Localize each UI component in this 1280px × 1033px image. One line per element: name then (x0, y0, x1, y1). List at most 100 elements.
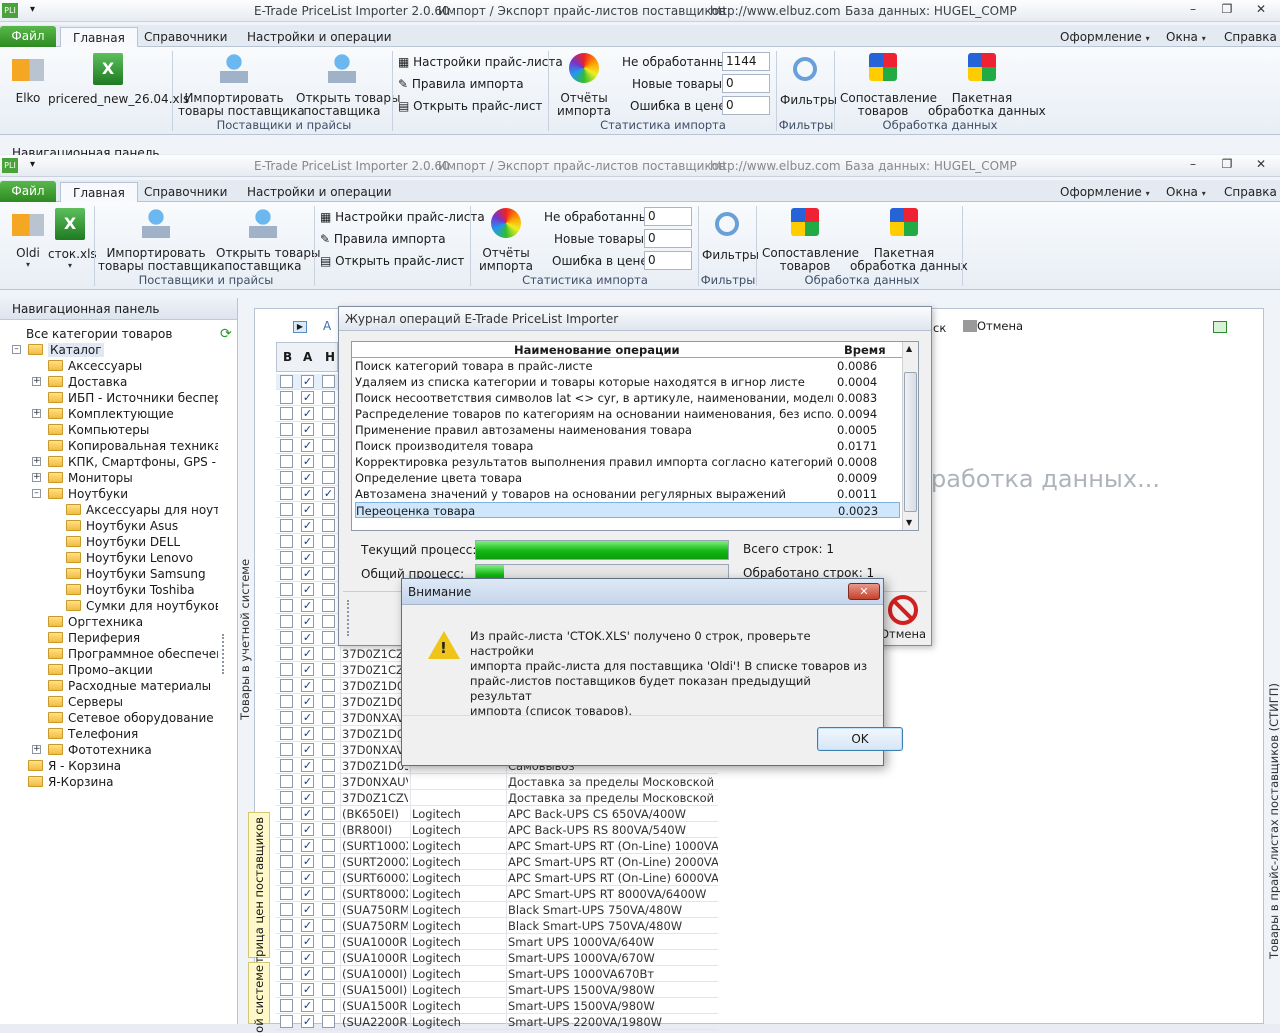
col-operation-name[interactable]: Наименование операции (514, 343, 680, 357)
list-item[interactable]: Переоценка товара 0.0023 (355, 502, 900, 518)
checkbox-v[interactable] (280, 871, 293, 884)
table-row[interactable]: ✓ (SUA2200RMILogitechSmart-UPS 2200VA/198… (276, 1014, 718, 1030)
tree-node[interactable]: Аксессуары (48, 358, 142, 374)
checkbox-v[interactable] (280, 855, 293, 868)
match-button[interactable]: Сопоставление товаров (762, 208, 859, 273)
checkbox-n[interactable] (322, 1015, 335, 1028)
checkbox-n[interactable] (322, 535, 335, 548)
checkbox-a[interactable]: ✓ (301, 679, 314, 692)
open-pricelist-button[interactable]: ▤ Открыть прайс-лист (320, 254, 464, 268)
checkbox-a[interactable]: ✓ (301, 391, 314, 404)
checkbox-v[interactable] (280, 695, 293, 708)
checkbox-n[interactable] (322, 391, 335, 404)
checkbox-a[interactable]: ✓ (301, 599, 314, 612)
checkbox-v[interactable] (280, 375, 293, 388)
grid-toolbar-icon[interactable]: ▶ (293, 321, 307, 333)
not-processed-field[interactable]: 0 (644, 207, 692, 226)
checkbox-v[interactable] (280, 807, 293, 820)
checkbox-v[interactable] (280, 503, 293, 516)
checkbox-v[interactable] (280, 967, 293, 980)
quick-access-arrow-icon[interactable]: ▾ (30, 159, 35, 170)
menu-appearance[interactable]: Оформление ▾ (1060, 182, 1150, 203)
checkbox-n[interactable] (322, 471, 335, 484)
checkbox-v[interactable] (280, 999, 293, 1012)
tab-settings[interactable]: Настройки и операции (247, 182, 392, 203)
file-tab[interactable]: Файл (0, 26, 56, 47)
checkbox-v[interactable] (280, 631, 293, 644)
checkbox-n[interactable] (322, 919, 335, 932)
checkbox-n[interactable] (322, 807, 335, 820)
checkbox-v[interactable] (280, 455, 293, 468)
table-row[interactable]: ✓ (SURT6000XLILogitechAPC Smart-UPS RT (O… (276, 870, 718, 886)
checkbox-a[interactable]: ✓ (301, 439, 314, 452)
checkbox-v[interactable] (280, 743, 293, 756)
checkbox-v[interactable] (280, 663, 293, 676)
checkbox-v[interactable] (280, 711, 293, 724)
close-button[interactable]: ✕ (1248, 157, 1274, 175)
tree-node[interactable]: Периферия (48, 630, 140, 646)
checkbox-a[interactable]: ✓ (301, 951, 314, 964)
checkbox-n[interactable] (322, 503, 335, 516)
tree-node[interactable]: Все категории товаров (26, 326, 172, 342)
checkbox-n[interactable] (322, 439, 335, 452)
scroll-up-icon[interactable]: ▲ (906, 344, 912, 353)
checkbox-a[interactable]: ✓ (301, 503, 314, 516)
side-tab-bottom[interactable]: ой системе (248, 962, 270, 1033)
checkbox-a[interactable]: ✓ (301, 471, 314, 484)
checkbox-v[interactable] (280, 615, 293, 628)
checkbox-v[interactable] (280, 951, 293, 964)
checkbox-v[interactable] (280, 727, 293, 740)
tree-node[interactable]: Ноутбуки Toshiba (66, 582, 195, 598)
tree-node[interactable]: Сетевое оборудование (48, 710, 214, 726)
checkbox-n[interactable]: ✓ (322, 487, 335, 500)
checkbox-n[interactable] (322, 967, 335, 980)
tree-node[interactable]: Серверы (48, 694, 123, 710)
table-row[interactable]: ✓ (BR800I) Logitech APC Back-UPS RS 800VA/5… (276, 822, 718, 838)
checkbox-a[interactable]: ✓ (301, 407, 314, 420)
menu-appearance[interactable]: Оформление ▾ (1060, 27, 1150, 48)
list-item[interactable]: Распределение товаров по категориям на о… (355, 406, 900, 422)
checkbox-a[interactable]: ✓ (301, 647, 314, 660)
table-row[interactable]: ✓ (SURT1000XLILogitechAPC Smart-UPS RT (O… (276, 838, 718, 854)
checkbox-v[interactable] (280, 983, 293, 996)
tree-node[interactable]: Копировальная техника (48, 438, 218, 454)
checkbox-v[interactable] (280, 759, 293, 772)
tree-node[interactable]: Компьютеры (48, 422, 149, 438)
tab-main[interactable]: Главная (60, 182, 138, 203)
menu-help[interactable]: Справка ▾ (1224, 182, 1280, 203)
table-row[interactable]: ✓ (SURT2000XLILogitechAPC Smart-UPS RT (O… (276, 854, 718, 870)
checkbox-n[interactable] (322, 871, 335, 884)
checkbox-n[interactable] (322, 695, 335, 708)
scroll-down-icon[interactable]: ▼ (906, 518, 912, 527)
tree-node[interactable]: ИБП - Источники бесперебо (48, 390, 218, 406)
supplier-button[interactable]: Oldi ▾ (8, 214, 48, 269)
checkbox-v[interactable] (280, 423, 293, 436)
pricefile-button[interactable]: X сток.xls ▾ (48, 208, 97, 270)
splitter-handle[interactable] (222, 634, 228, 674)
table-row[interactable]: ✓ (SUA750RMI2ULogitechBlack Smart-UPS 750… (276, 918, 718, 934)
checkbox-v[interactable] (280, 599, 293, 612)
quick-access-arrow-icon[interactable]: ▾ (30, 4, 35, 15)
checkbox-a[interactable]: ✓ (301, 615, 314, 628)
checkbox-v[interactable] (280, 887, 293, 900)
checkbox-n[interactable] (322, 679, 335, 692)
checkbox-n[interactable] (322, 615, 335, 628)
checkbox-n[interactable] (322, 551, 335, 564)
checkbox-a[interactable]: ✓ (301, 455, 314, 468)
checkbox-n[interactable] (322, 903, 335, 916)
checkbox-a[interactable]: ✓ (301, 919, 314, 932)
ok-button[interactable]: OK (817, 727, 903, 751)
col-header-a[interactable]: А (303, 350, 312, 364)
warning-close-button[interactable]: ✕ (848, 583, 880, 600)
table-row[interactable]: ✓ (SUA1000I) Logitech Smart-UPS 1000VA670Вт (276, 966, 718, 982)
checkbox-v[interactable] (280, 567, 293, 580)
checkbox-n[interactable] (322, 599, 335, 612)
checkbox-n[interactable] (322, 711, 335, 724)
checkbox-v[interactable] (280, 535, 293, 548)
tree-expander[interactable]: + (32, 409, 41, 418)
checkbox-n[interactable] (322, 743, 335, 756)
side-tab-right[interactable]: Товары в прайс-листах поставщиков (СТИГП… (1267, 509, 1280, 959)
table-row[interactable]: ✓ (BK650EI) Logitech APC Back-UPS CS 650VA/… (276, 806, 718, 822)
checkbox-n[interactable] (322, 567, 335, 580)
table-row[interactable]: ✓ (SUA750RMI1ULogitechBlack Smart-UPS 750… (276, 902, 718, 918)
